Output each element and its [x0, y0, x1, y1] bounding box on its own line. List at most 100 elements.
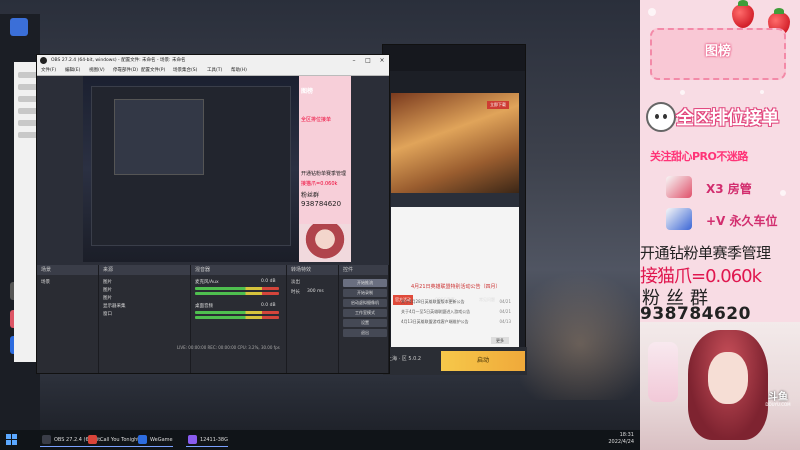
music-icon [88, 435, 97, 444]
transitions-dock-title: 转场特效 [287, 265, 338, 275]
cup-image [648, 342, 678, 402]
news-item[interactable]: 关于4月一至5日英雄联盟进入游戏公告 04/21 [401, 309, 513, 315]
source-item[interactable]: 显示器采集 [103, 303, 126, 309]
studio-mode-button[interactable]: 工作室模式 [343, 309, 387, 317]
exit-button[interactable]: 退出 [343, 329, 387, 337]
mixer-track-level: 0.0 dB [261, 303, 276, 308]
news-item[interactable]: 4月13日英雄联盟游戏客户端维护公告 04/13 [401, 319, 513, 325]
launch-button[interactable]: 启动 [441, 351, 525, 371]
rank-card: 图榜 [650, 28, 786, 80]
wegame-icon [138, 435, 147, 444]
mixer-track-level: 0.0 dB [261, 279, 276, 284]
taskbar-app-other[interactable]: 12411-38G [186, 433, 228, 447]
strawberry-icon [732, 0, 754, 28]
menu-view[interactable]: 视图(V) [89, 66, 105, 76]
minimize-icon[interactable]: – [347, 55, 361, 66]
clock-date: 2022/4/24 [608, 439, 634, 445]
menu-edit[interactable]: 编辑(E) [65, 66, 80, 76]
sources-dock-title: 来源 [99, 265, 190, 275]
obs-preview-canvas[interactable]: 图榜 全区排位接单 开通钻粉单赛季管理 接猫爪=0.060k 粉丝群 93878… [83, 76, 351, 262]
taskbar-app-wegame[interactable]: WeGame [136, 433, 173, 447]
mixer-dock: 混音器 麦克风/Aux 0.0 dB 桌面音频 0.0 dB [191, 265, 287, 373]
start-streaming-button[interactable]: 开始推流 [343, 279, 387, 287]
stream-overlay: 图榜 全区排位接单 关注甜心PRO不迷路 X3 房管 +V 永久车位 开通钻粉单… [640, 0, 800, 450]
webcam-feed: 斗鱼 DOUYU.COM [640, 322, 800, 450]
scene-item[interactable]: 场景 [41, 279, 50, 285]
obs-window: OBS 27.2.4 (64-bit, windows) - 配置文件: 未命名… [36, 54, 390, 374]
menu-file[interactable]: 文件(F) [41, 66, 56, 76]
plane-gift-icon [666, 208, 692, 230]
source-item[interactable]: 图片 [103, 279, 112, 285]
obs-docks: 场景 场景 来源 图片 图片 图片 显示器采集 窗口 混音器 麦克风/Aux 0… [37, 265, 389, 373]
lobby-titlebar [383, 45, 525, 71]
desktop-screen: 立即下载 官方活动 OPGG赛事 常见问题 4月21日英雄联盟特别活动公告（四月… [0, 0, 640, 450]
douyu-logo: 斗鱼 [768, 392, 788, 403]
transition-type[interactable]: 淡出 [291, 279, 300, 285]
obs-icon [42, 435, 51, 444]
obs-logo-icon [40, 57, 47, 64]
duration-input[interactable]: 300 ms [307, 289, 324, 294]
news-headline[interactable]: 4月21日英雄联盟特别活动公告（四月） [411, 283, 501, 290]
app-icon [188, 435, 197, 444]
windows-start-icon[interactable] [6, 434, 18, 446]
source-item[interactable]: 窗口 [103, 311, 112, 317]
desktop-app-icon[interactable] [10, 18, 28, 36]
mixer-dock-title: 混音器 [191, 265, 286, 275]
more-button[interactable]: 更多 [491, 337, 509, 344]
streamer-face [708, 352, 748, 404]
close-icon[interactable]: × [375, 55, 389, 66]
controls-dock: 控件 开始推流 开始录制 启动虚拟摄像机 工作室模式 设置 退出 [339, 265, 389, 373]
follow-text: 关注甜心PRO不迷路 [650, 150, 748, 163]
douyu-logo-sub: DOUYU.COM [765, 402, 791, 407]
scenes-dock: 场景 场景 [37, 265, 99, 373]
rank-service-text: 全区排位接单 [676, 108, 779, 129]
settings-button[interactable]: 设置 [343, 319, 387, 327]
mixer-track-label: 麦克风/Aux [195, 280, 219, 285]
cat-mascot-icon [646, 102, 676, 132]
start-recording-button[interactable]: 开始录制 [343, 289, 387, 297]
scenes-dock-title: 场景 [37, 265, 98, 275]
download-button[interactable]: 立即下载 [487, 101, 509, 109]
preview-nested-desktop [91, 86, 291, 246]
transitions-dock: 转场特效 淡出 时长 300 ms [287, 265, 339, 373]
volume-meter [195, 287, 279, 290]
taskbar: OBS 27.2.4 (64-bit... Call You Tonight..… [0, 430, 640, 450]
volume-meter [195, 292, 279, 295]
volume-meter [195, 316, 279, 319]
lobby-login-bar: 上海 · 区 5.0.2 启动 [383, 347, 527, 375]
mixer-track-label: 桌面音频 [195, 304, 213, 309]
menu-scene-collection[interactable]: 场景集合(S) [173, 66, 197, 76]
lobby-tab-bar: 官方活动 OPGG赛事 常见问题 [391, 193, 519, 305]
obs-titlebar: OBS 27.2.4 (64-bit, windows) - 配置文件: 未命名… [37, 55, 389, 66]
obs-menubar: 文件(F) 编辑(E) 视图(V) 停靠部件(D) 配置文件(P) 场景集合(S… [37, 66, 389, 76]
game-lobby-window: 立即下载 官方活动 OPGG赛事 常见问题 4月21日英雄联盟特别活动公告（四月… [382, 44, 527, 375]
sources-dock: 来源 图片 图片 图片 显示器采集 窗口 [99, 265, 191, 373]
volume-meter [195, 311, 279, 314]
management-text: 开通钻粉单赛季管理 [640, 244, 771, 262]
wallpaper-glow [520, 260, 640, 400]
preview-nested-obs [114, 99, 204, 175]
menu-help[interactable]: 帮助(H) [231, 66, 247, 76]
rank-title: 图榜 [704, 44, 731, 59]
clock-time: 18:31 [619, 432, 634, 438]
preview-webcam [299, 224, 351, 262]
obs-title-text: OBS 27.2.4 (64-bit, windows) - 配置文件: 未命名… [51, 58, 186, 63]
server-label[interactable]: 上海 · 区 5.0.2 [387, 355, 421, 362]
obs-statusbar: LIVE: 00:00:00 REC: 00:00:00 CPU: 3.2%, … [177, 345, 280, 350]
duration-label: 时长 [291, 290, 300, 295]
source-item[interactable]: 图片 [103, 287, 112, 293]
menu-profile[interactable]: 配置文件(P) [141, 66, 165, 76]
virtual-camera-button[interactable]: 启动虚拟摄像机 [343, 299, 387, 307]
rocket-gift-icon [666, 176, 692, 198]
news-item[interactable]: 关于4月28日英雄联盟版本更新公告 04/21 [401, 299, 513, 305]
menu-tools[interactable]: 工具(T) [207, 66, 222, 76]
lobby-panel: 立即下载 官方活动 OPGG赛事 常见问题 4月21日英雄联盟特别活动公告（四月… [391, 93, 519, 351]
lobby-hero-banner[interactable]: 立即下载 [391, 93, 519, 193]
controls-dock-title: 控件 [339, 265, 388, 275]
fan-group-number: 938784620 [640, 304, 751, 324]
source-item[interactable]: 图片 [103, 295, 112, 301]
maximize-icon[interactable]: □ [361, 55, 375, 66]
preview-game-capture [83, 76, 299, 262]
taskbar-clock[interactable]: 18:31 2022/4/24 [608, 432, 634, 446]
menu-docks[interactable]: 停靠部件(D) [113, 66, 138, 76]
